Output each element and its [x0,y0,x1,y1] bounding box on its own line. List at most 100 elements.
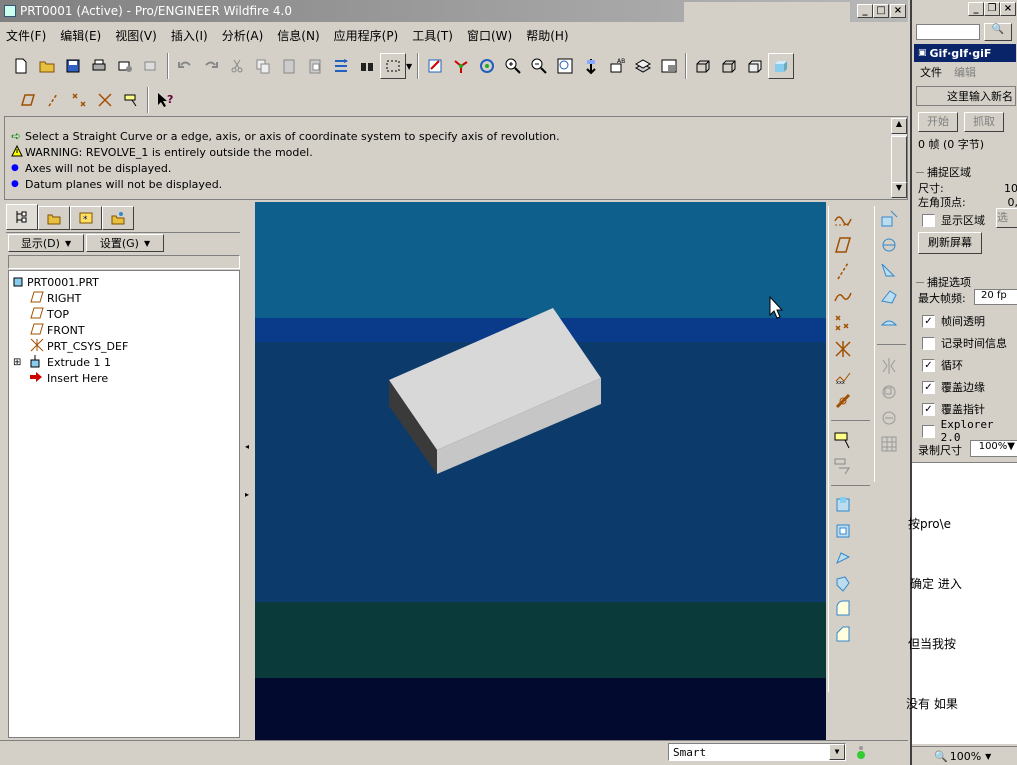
graphics-window[interactable] [255,202,826,740]
gif-menu-file[interactable]: 文件 [920,64,942,80]
close-button[interactable]: × [890,4,906,18]
round-tool-icon[interactable] [829,596,857,622]
print-icon[interactable] [86,53,112,79]
wireframe-icon[interactable] [690,53,716,79]
copy-icon[interactable] [250,53,276,79]
merge-tool-icon[interactable] [875,379,903,405]
datum-axis-display-icon[interactable] [40,87,66,113]
shell-tool-icon[interactable] [875,232,903,258]
tab-connections[interactable] [102,206,134,230]
record-size-select[interactable]: 100%▼ [970,440,1017,457]
option-record-time[interactable]: 记录时间信息 [922,332,1017,354]
start-button[interactable]: 开始 [918,112,958,132]
option-loop[interactable]: ✓ 循环 [922,354,1017,376]
datum-plane-display-icon[interactable] [14,87,40,113]
minimize-button[interactable]: _ [857,4,873,18]
tree-item-csys[interactable]: PRT_CSYS_DEF [9,338,239,354]
menu-edit[interactable]: 编辑(E) [60,27,101,44]
datum-point-tool-icon[interactable] [829,310,857,336]
collapse-left-icon[interactable]: ◂ [245,442,249,451]
restore-button[interactable]: ❐ [984,2,1000,16]
show-region-checkbox[interactable]: 显示区域 [922,212,985,228]
no-hidden-icon[interactable] [742,53,768,79]
sketched-datum-icon[interactable] [829,453,857,479]
maximize-button[interactable]: □ [873,4,889,18]
orient-mode-icon[interactable] [474,53,500,79]
datum-point-display-icon[interactable] [66,87,92,113]
menu-view[interactable]: 视图(V) [115,27,157,44]
gif-menu-edit[interactable]: 编辑 [954,64,976,80]
zoom-out-icon[interactable] [526,53,552,79]
shading-icon[interactable] [768,53,794,79]
checkbox[interactable] [922,336,935,350]
blend-tool-icon[interactable] [829,570,857,596]
tree-item-top[interactable]: TOP [9,306,239,322]
minimize-button[interactable]: _ [968,2,984,16]
paste-icon[interactable] [276,53,302,79]
sweep-tool-icon[interactable] [829,544,857,570]
context-help-icon[interactable]: ? [152,87,178,113]
tree-item-right[interactable]: RIGHT [9,290,239,306]
menu-info[interactable]: 信息(N) [277,27,319,44]
revolve-tool-icon[interactable] [829,518,857,544]
regenerate-icon[interactable] [328,53,354,79]
save-icon[interactable] [60,53,86,79]
tree-item-extrude[interactable]: ⊞ Extrude 1 1 [9,354,239,370]
max-fps-input[interactable]: 20 fp [974,289,1017,305]
expand-right-icon[interactable]: ▸ [245,490,249,499]
cut-icon[interactable] [224,53,250,79]
checkbox[interactable]: ✓ [922,314,935,328]
menu-file[interactable]: 文件(F) [6,27,46,44]
checkbox[interactable]: ✓ [922,380,935,394]
checkbox[interactable] [922,213,935,227]
close-button[interactable]: × [1000,2,1016,16]
tab-model-tree[interactable] [6,204,38,230]
option-frame-transparent[interactable]: ✓ 帧间透明 [922,310,1017,332]
datum-link-icon[interactable] [829,388,857,414]
view-manager-icon[interactable] [656,53,682,79]
settings-menu-button[interactable]: 设置(G) ▼ [86,234,164,252]
paste-special-icon[interactable] [302,53,328,79]
annotation-display-icon[interactable] [118,87,144,113]
chevron-down-icon[interactable]: ▼ [829,744,845,760]
repaint-icon[interactable] [422,53,448,79]
extrude-tool-icon[interactable] [829,492,857,518]
tree-item-part[interactable]: PRT0001.PRT [9,274,239,290]
message-scrollbar[interactable]: ▲ ▼ [891,118,907,198]
new-icon[interactable] [8,53,34,79]
option-explorer[interactable]: Explorer 2.0 [922,418,1017,444]
checkbox[interactable] [922,424,935,438]
pattern-tool-icon[interactable] [875,431,903,457]
hole-tool-icon[interactable] [875,206,903,232]
panel-splitter[interactable]: ◂ ▸ [244,202,254,740]
zoom-in-icon[interactable] [500,53,526,79]
datum-axis-tool-icon[interactable] [829,258,857,284]
filename-input[interactable]: 这里输入新名 [916,86,1016,106]
tab-favorites[interactable]: * [70,206,102,230]
search-icon[interactable]: 🔍 [984,23,1012,41]
checkbox[interactable]: ✓ [922,402,935,416]
csys-display-icon[interactable] [92,87,118,113]
address-field[interactable] [916,24,980,40]
rib-tool-icon[interactable] [875,258,903,284]
select-box-icon[interactable] [380,53,406,79]
menu-help[interactable]: 帮助(H) [526,27,568,44]
expand-icon[interactable]: ⊞ [13,357,29,368]
select-dropdown-icon[interactable]: ▼ [406,62,414,71]
trim-tool-icon[interactable] [875,405,903,431]
send-mail-icon[interactable] [112,53,138,79]
redo-icon[interactable] [198,53,224,79]
select-region-button[interactable]: 选 [996,208,1017,228]
option-cover-pointer[interactable]: ✓ 覆盖指针 [922,398,1017,420]
menu-analysis[interactable]: 分析(A) [222,27,264,44]
tree-item-insert-here[interactable]: Insert Here [9,370,239,386]
refresh-screen-button[interactable]: 刷新屏幕 [918,232,982,254]
send-link-icon[interactable] [138,53,164,79]
undo-icon[interactable] [172,53,198,79]
analysis-feature-icon[interactable]: xxx [829,362,857,388]
draft-tool-icon[interactable] [875,284,903,310]
capture-button[interactable]: 抓取 [964,112,1004,132]
menu-insert[interactable]: 插入(I) [171,27,208,44]
menu-tools[interactable]: 工具(T) [412,27,453,44]
spin-center-icon[interactable] [448,53,474,79]
